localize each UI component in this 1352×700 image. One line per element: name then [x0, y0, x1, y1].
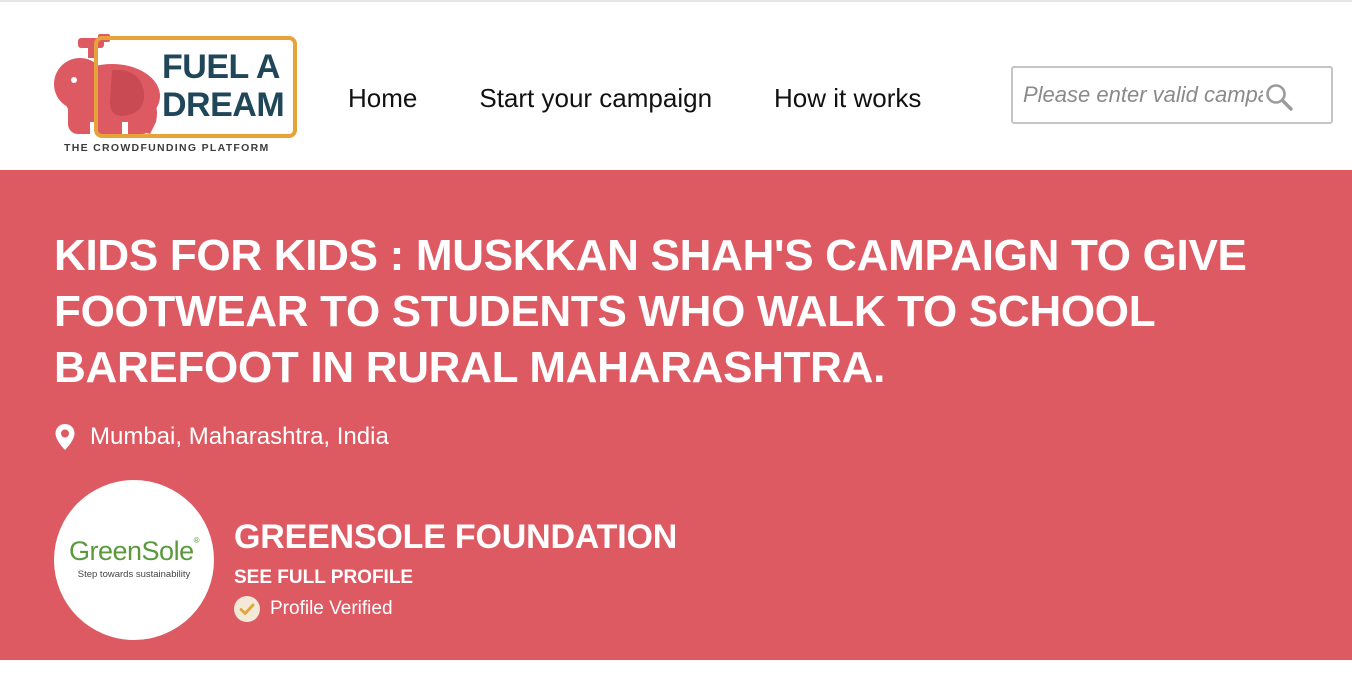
registered-mark: ® [193, 536, 200, 545]
check-circle-icon [234, 596, 260, 622]
main-nav: Home Start your campaign How it works [348, 80, 921, 116]
campaign-location: Mumbai, Maharashtra, India [54, 420, 389, 454]
nav-start-campaign-link[interactable]: Start your campaign [479, 80, 712, 116]
campaign-hero: KIDS FOR KIDS : MUSKKAN SHAH'S CAMPAIGN … [0, 170, 1352, 660]
profile-verified-label: Profile Verified [270, 598, 393, 619]
campaign-search-box [1011, 66, 1333, 124]
organization-logo-tagline: Step towards sustainability [77, 569, 191, 580]
organization-logo-brand: GreenSole® [54, 536, 214, 567]
logo-line-2: DREAM [162, 86, 285, 124]
search-icon[interactable] [1264, 82, 1294, 112]
logo-wordmark: FUEL A DREAM [162, 48, 285, 124]
organization-logo-name: GreenSole [69, 536, 194, 566]
map-pin-icon [55, 424, 75, 450]
nav-home-link[interactable]: Home [348, 80, 417, 116]
campaign-search-input[interactable] [1023, 80, 1263, 110]
see-full-profile-link[interactable]: SEE FULL PROFILE [234, 567, 413, 589]
location-text: Mumbai, Maharashtra, India [90, 423, 389, 450]
logo-line-1: FUEL A [162, 48, 280, 86]
organization-avatar[interactable]: GreenSole® Step towards sustainability [54, 480, 214, 640]
site-logo[interactable]: FUEL A DREAM THE CROWDFUNDING PLATFORM [52, 30, 302, 158]
site-header: FUEL A DREAM THE CROWDFUNDING PLATFORM H… [0, 2, 1352, 170]
logo-tagline: THE CROWDFUNDING PLATFORM [64, 142, 270, 154]
campaign-title: KIDS FOR KIDS : MUSKKAN SHAH'S CAMPAIGN … [54, 231, 1247, 392]
organization-name: GREENSOLE FOUNDATION [234, 518, 678, 556]
nav-how-it-works-link[interactable]: How it works [774, 80, 921, 116]
profile-verified-badge: Profile Verified [234, 596, 393, 622]
